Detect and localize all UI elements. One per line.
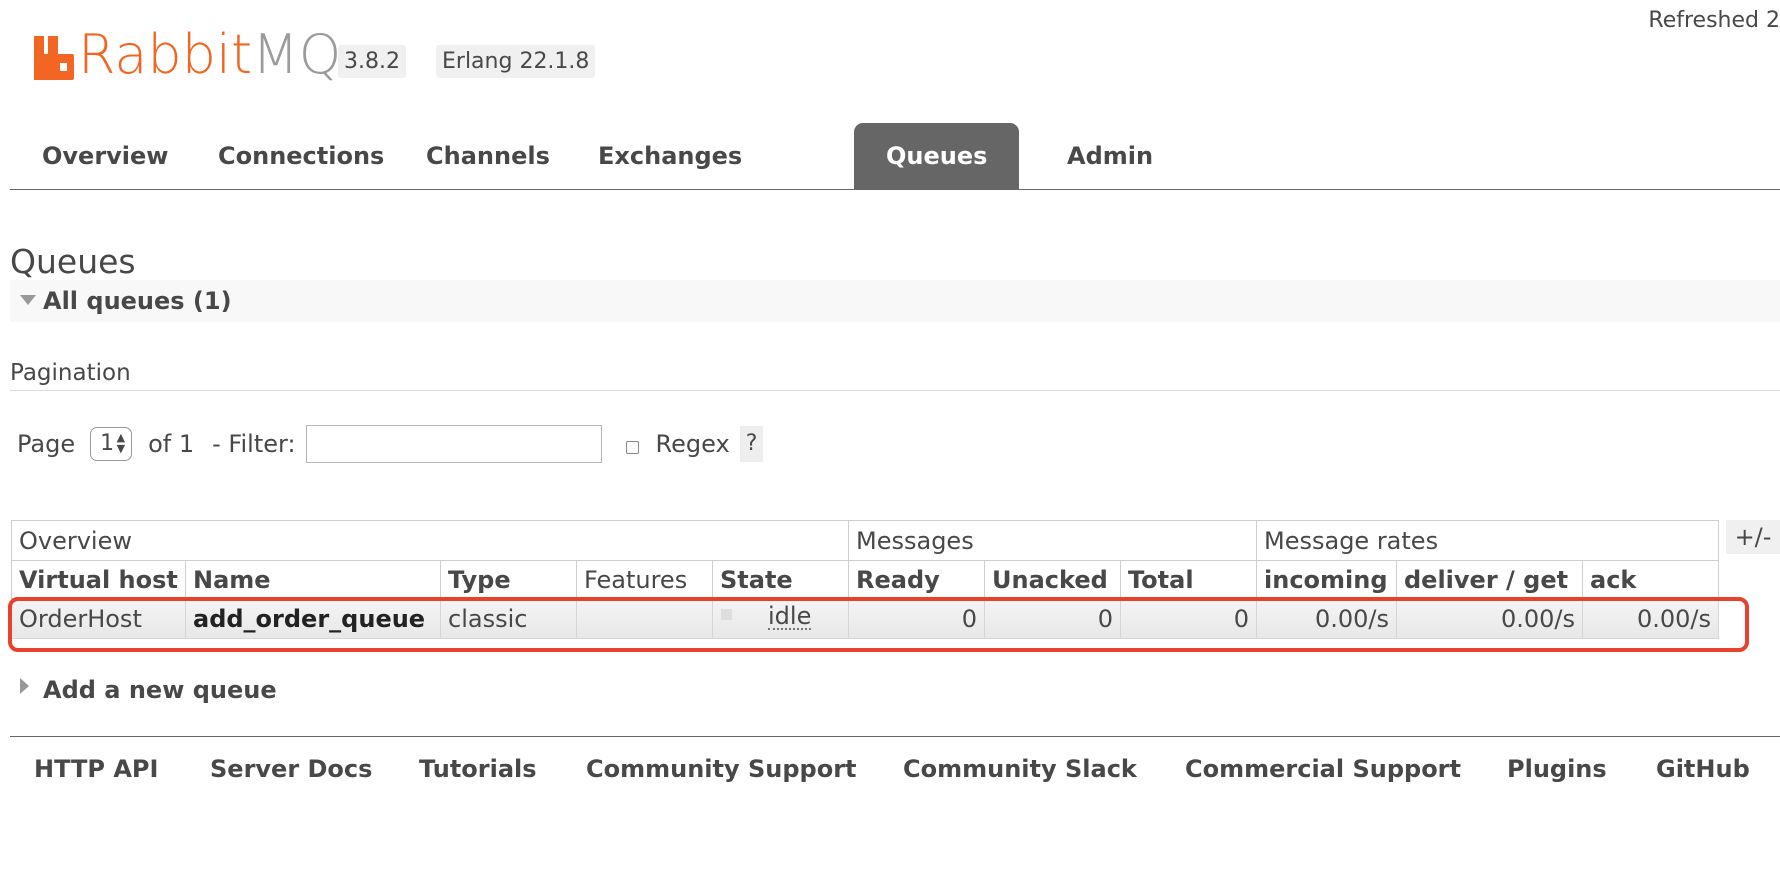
tab-channels[interactable]: Channels (394, 123, 582, 189)
group-header-message-rates: Message rates (1256, 520, 1719, 561)
cell-state: idle (712, 598, 849, 639)
version-badge: 3.8.2 (338, 45, 406, 78)
column-header-state[interactable]: State (712, 560, 849, 599)
pagination-heading: Pagination (10, 360, 131, 386)
footer-link-community-support[interactable]: Community Support (586, 755, 857, 783)
cell-type: classic (440, 598, 577, 639)
column-header-type[interactable]: Type (440, 560, 577, 599)
page-label: Page (17, 430, 76, 458)
regex-help-icon[interactable]: ? (739, 426, 764, 462)
state-label: idle (768, 602, 812, 630)
refreshed-status[interactable]: Refreshed 2 (1648, 8, 1780, 33)
queues-table: Overview Messages Message rates Virtual … (11, 520, 1719, 639)
tab-connections[interactable]: Connections (186, 123, 416, 189)
regex-checkbox[interactable] (625, 440, 639, 454)
rabbitmq-logo-icon (34, 36, 74, 80)
all-queues-label: All queues (1) (43, 287, 232, 315)
column-header-deliver-get[interactable]: deliver / get (1396, 560, 1583, 599)
cell-total: 0 (1120, 598, 1257, 639)
column-header-features: Features (576, 560, 713, 599)
collapse-triangle-icon (20, 295, 36, 305)
footer-link-commercial-support[interactable]: Commercial Support (1185, 755, 1461, 783)
column-header-ack[interactable]: ack (1582, 560, 1719, 599)
main-nav-tabs: Overview Connections Channels Exchanges … (10, 123, 1780, 190)
pagination-controls: Page 1 ▲ ▼ of 1 - Filter: Regex ? (17, 425, 764, 463)
group-header-overview: Overview (11, 520, 849, 561)
footer-link-tutorials[interactable]: Tutorials (419, 755, 537, 783)
erlang-version-badge: Erlang 22.1.8 (436, 45, 596, 78)
footer-link-github[interactable]: GitHub (1656, 755, 1750, 783)
pagination-divider (10, 390, 1780, 391)
tab-overview[interactable]: Overview (10, 123, 200, 189)
filter-input[interactable] (305, 425, 602, 463)
logo-wordmark: RabbitMQ (78, 23, 342, 86)
all-queues-toggle[interactable]: All queues (1) (10, 280, 1780, 322)
page-of-label: of 1 (148, 430, 195, 458)
column-header-ready[interactable]: Ready (848, 560, 985, 599)
footer-link-plugins[interactable]: Plugins (1507, 755, 1607, 783)
column-header-incoming[interactable]: incoming (1256, 560, 1397, 599)
cell-ack: 0.00/s (1582, 598, 1719, 639)
filter-label: - Filter: (212, 430, 296, 458)
column-header-unacked[interactable]: Unacked (984, 560, 1121, 599)
cell-incoming: 0.00/s (1256, 598, 1397, 639)
cell-deliver-get: 0.00/s (1396, 598, 1583, 639)
cell-features (576, 598, 713, 639)
footer-link-http-api[interactable]: HTTP API (34, 755, 158, 783)
expand-triangle-icon (20, 678, 29, 694)
tab-queues[interactable]: Queues (854, 123, 1020, 189)
table-row[interactable]: OrderHost add_order_queue classic idle 0… (11, 598, 1719, 639)
stepper-arrows-icon: ▲ ▼ (116, 431, 126, 455)
column-header-total[interactable]: Total (1120, 560, 1257, 599)
column-toggle-button[interactable]: +/- (1726, 520, 1780, 554)
page-title: Queues (10, 242, 136, 281)
add-new-queue-toggle[interactable]: Add a new queue (20, 675, 277, 705)
group-header-messages: Messages (848, 520, 1257, 561)
regex-label: Regex (655, 430, 730, 458)
footer-link-server-docs[interactable]: Server Docs (210, 755, 372, 783)
rabbitmq-logo: RabbitMQ TM (34, 23, 355, 86)
cell-ready: 0 (848, 598, 985, 639)
column-header-name[interactable]: Name (185, 560, 441, 599)
add-new-queue-label: Add a new queue (43, 676, 277, 704)
cell-virtual-host: OrderHost (11, 598, 186, 639)
page-select[interactable]: 1 ▲ ▼ (90, 427, 133, 461)
footer-link-community-slack[interactable]: Community Slack (903, 755, 1137, 783)
queue-name-link[interactable]: add_order_queue (185, 598, 441, 639)
cell-unacked: 0 (984, 598, 1121, 639)
footer-divider (10, 736, 1780, 737)
tab-admin[interactable]: Admin (1035, 123, 1185, 189)
column-header-virtual-host[interactable]: Virtual host (11, 560, 186, 599)
tab-exchanges[interactable]: Exchanges (566, 123, 774, 189)
footer-links: HTTP API Server Docs Tutorials Community… (10, 755, 1780, 785)
state-indicator-icon (721, 609, 732, 620)
